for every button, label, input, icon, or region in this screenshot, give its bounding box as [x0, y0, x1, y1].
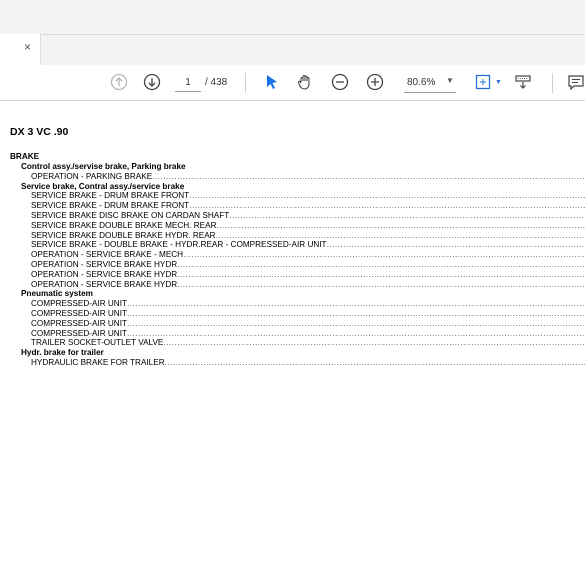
- toc-entry-label: SERVICE BRAKE - DOUBLE BRAKE - HYDR.REAR…: [31, 240, 327, 250]
- toc-leader-dots: ........................................…: [152, 171, 585, 181]
- section-heading: Control assy./servise brake, Parking bra…: [21, 162, 186, 171]
- toc-entry-label: OPERATION - SERVICE BRAKE - MECH: [31, 250, 184, 260]
- toc-leader-dots: ........................................…: [189, 201, 585, 211]
- toc-entry-label: TRAILER SOCKET-OUTLET VALVE: [31, 338, 164, 348]
- toc-entry[interactable]: COMPRESSED-AIR UNIT.....................…: [10, 319, 585, 329]
- toc-entry[interactable]: SERVICE BRAKE DISC BRAKE ON CARDAN SHAFT…: [10, 211, 585, 221]
- toc-entry-label: OPERATION - PARKING BRAKE: [31, 171, 153, 181]
- category-heading: BRAKE: [10, 152, 40, 161]
- toc-leader-dots: ........................................…: [215, 230, 585, 240]
- toc-entry[interactable]: HYDRAULIC BRAKE FOR TRAILER.............…: [10, 358, 585, 368]
- toc-entry[interactable]: OPERATION - SERVICE BRAKE HYDR..........…: [10, 270, 585, 280]
- toc-leader-dots: ........................................…: [164, 357, 585, 367]
- toc-entry-label: COMPRESSED-AIR UNIT: [31, 328, 127, 338]
- section-heading: Hydr. brake for trailer: [21, 348, 104, 358]
- pdf-toolbar: 1 / 438 80.6% ▼ ▼: [0, 65, 585, 101]
- toc-leader-dots: ........................................…: [216, 220, 585, 230]
- toolbar-divider: [552, 73, 553, 93]
- toc-entry[interactable]: COMPRESSED-AIR UNIT.....................…: [10, 329, 585, 339]
- zoom-dropdown-icon[interactable]: ▼: [446, 76, 454, 85]
- toc-entry[interactable]: OPERATION - SERVICE BRAKE HYDR..........…: [10, 260, 585, 270]
- select-pointer-icon[interactable]: [263, 73, 281, 91]
- toc-leader-dots: ........................................…: [326, 240, 585, 250]
- toc-entry-label: SERVICE BRAKE - DRUM BRAKE FRONT: [31, 201, 190, 211]
- toc-entry-label: COMPRESSED-AIR UNIT: [31, 308, 127, 318]
- pdf-page-content: DX 3 VC .90 BRAKE Control assy./servise …: [10, 126, 585, 368]
- toc-leader-dots: ........................................…: [229, 210, 585, 220]
- toc-entry-label: OPERATION - SERVICE BRAKE HYDR: [31, 269, 178, 279]
- toc-entry-label: OPERATION - SERVICE BRAKE HYDR: [31, 279, 178, 289]
- toc-entry[interactable]: OPERATION - PARKING BRAKE...............…: [10, 172, 585, 182]
- toolbar-divider: [245, 73, 246, 93]
- hand-tool-icon[interactable]: [296, 73, 314, 91]
- toc-entry-label: OPERATION - SERVICE BRAKE HYDR: [31, 259, 178, 269]
- zoom-in-icon[interactable]: [366, 73, 384, 91]
- toc-entry[interactable]: SERVICE BRAKE - DRUM BRAKE FRONT........…: [10, 191, 585, 201]
- document-tab[interactable]: ×: [0, 34, 41, 65]
- window-top-strip: [0, 0, 585, 34]
- arrow-down-circle-icon[interactable]: [143, 73, 161, 91]
- toc-entry-label: HYDRAULIC BRAKE FOR TRAILER: [31, 357, 165, 367]
- fit-page-icon[interactable]: [474, 73, 492, 91]
- toc-entry[interactable]: SERVICE BRAKE DOUBLE BRAKE MECH. REAR...…: [10, 221, 585, 231]
- toc-entry[interactable]: TRAILER SOCKET-OUTLET VALVE.............…: [10, 338, 585, 348]
- toc-leader-dots: ........................................…: [177, 279, 585, 289]
- page-total: / 438: [205, 77, 228, 88]
- comment-icon[interactable]: [567, 73, 585, 91]
- toc-entry[interactable]: SERVICE BRAKE - DOUBLE BRAKE - HYDR.REAR…: [10, 240, 585, 250]
- close-tab-icon[interactable]: ×: [24, 40, 31, 54]
- toc-leader-dots: ........................................…: [126, 299, 585, 309]
- scroll-mode-icon[interactable]: [514, 73, 532, 91]
- toc-leader-dots: ........................................…: [177, 269, 585, 279]
- fit-dropdown-icon[interactable]: ▼: [495, 79, 502, 86]
- toc-leader-dots: ........................................…: [177, 259, 585, 269]
- toc-entry-label: SERVICE BRAKE DISC BRAKE ON CARDAN SHAFT: [31, 210, 230, 220]
- toc-entry-label: SERVICE BRAKE DOUBLE BRAKE MECH. REAR: [31, 220, 217, 230]
- toc-leader-dots: ........................................…: [126, 308, 585, 318]
- toc-leader-dots: ........................................…: [126, 318, 585, 328]
- toc-entry-label: SERVICE BRAKE - DRUM BRAKE FRONT: [31, 191, 190, 201]
- toc-leader-dots: ........................................…: [163, 338, 585, 348]
- arrow-up-circle-icon[interactable]: [110, 73, 128, 91]
- toc-entry[interactable]: SERVICE BRAKE DOUBLE BRAKE HYDR. REAR...…: [10, 231, 585, 241]
- toc-leader-dots: ........................................…: [183, 250, 585, 260]
- toc-entry-label: COMPRESSED-AIR UNIT: [31, 318, 127, 328]
- section-heading: Service brake, Contral assy./service bra…: [21, 181, 185, 191]
- zoom-out-icon[interactable]: [331, 73, 349, 91]
- section-heading: Pneumatic system: [21, 289, 93, 299]
- toc-sections: Control assy./servise brake, Parking bra…: [10, 162, 585, 368]
- tab-bar: ×: [0, 34, 585, 66]
- toc-entry[interactable]: OPERATION - SERVICE BRAKE HYDR..........…: [10, 280, 585, 290]
- toc-entry-label: SERVICE BRAKE DOUBLE BRAKE HYDR. REAR: [31, 230, 216, 240]
- toc-entry[interactable]: COMPRESSED-AIR UNIT.....................…: [10, 299, 585, 309]
- toc-entry[interactable]: SERVICE BRAKE - DRUM BRAKE FRONT........…: [10, 201, 585, 211]
- document-title: DX 3 VC .90: [10, 126, 69, 138]
- page-number-input[interactable]: 1: [175, 75, 201, 92]
- toc-entry-label: COMPRESSED-AIR UNIT: [31, 299, 127, 309]
- toc-entry[interactable]: COMPRESSED-AIR UNIT.....................…: [10, 309, 585, 319]
- zoom-underline: [404, 92, 456, 93]
- zoom-level[interactable]: 80.6%: [407, 75, 435, 91]
- toc-leader-dots: ........................................…: [126, 328, 585, 338]
- toc-leader-dots: ........................................…: [189, 191, 585, 201]
- toc-entry[interactable]: OPERATION - SERVICE BRAKE - MECH........…: [10, 250, 585, 260]
